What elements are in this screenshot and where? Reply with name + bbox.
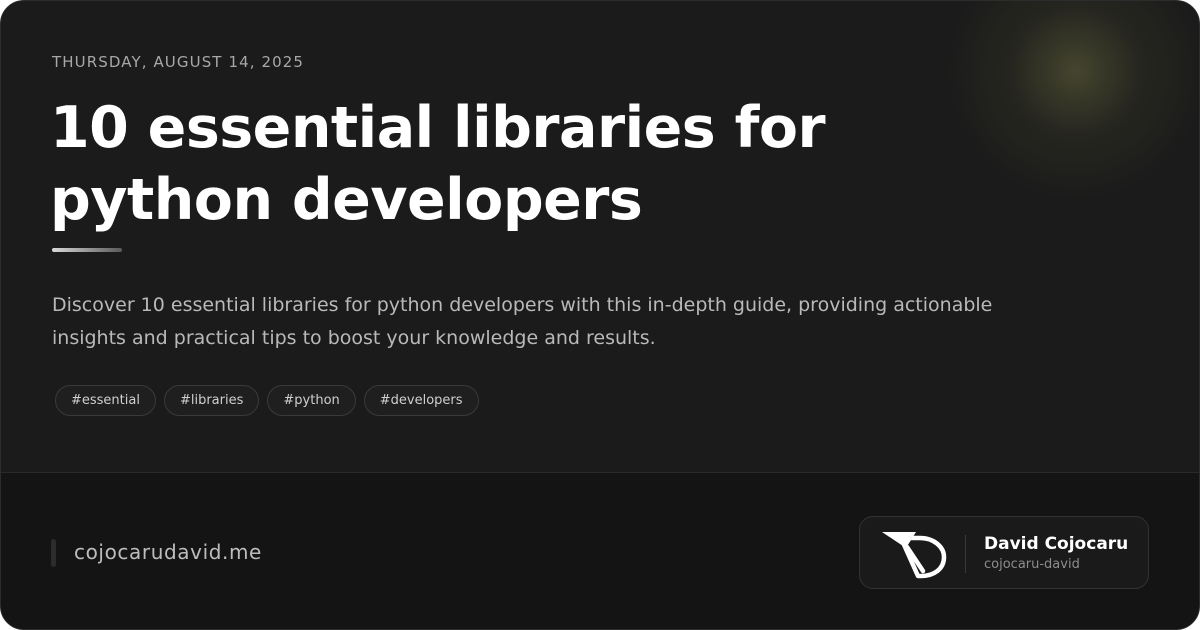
author-badge[interactable]: David Cojocaru cojocaru-david — [859, 516, 1149, 589]
tag-list: #essential #libraries #python #developer… — [55, 385, 479, 416]
author-handle: cojocaru-david — [984, 557, 1080, 572]
card-footer: cojocarudavid.me David Cojocaru cojocaru… — [1, 472, 1199, 629]
og-card: THURSDAY, AUGUST 14, 2025 10 essential l… — [0, 0, 1200, 630]
card-header-area: THURSDAY, AUGUST 14, 2025 10 essential l… — [1, 1, 1199, 472]
title-divider — [52, 248, 122, 252]
author-separator — [965, 535, 966, 573]
author-name: David Cojocaru — [984, 534, 1129, 554]
post-description: Discover 10 essential libraries for pyth… — [52, 294, 993, 349]
post-date: THURSDAY, AUGUST 14, 2025 — [52, 53, 305, 71]
site-accent-bar — [51, 539, 56, 567]
site-url[interactable]: cojocarudavid.me — [74, 540, 262, 564]
tag-python[interactable]: #python — [267, 385, 356, 416]
tag-developers[interactable]: #developers — [363, 385, 479, 416]
tag-essential[interactable]: #essential — [55, 385, 156, 416]
cd-monogram-logo-icon — [882, 532, 947, 579]
tag-libraries[interactable]: #libraries — [163, 385, 260, 416]
post-title: 10 essential libraries for python develo… — [50, 95, 826, 233]
